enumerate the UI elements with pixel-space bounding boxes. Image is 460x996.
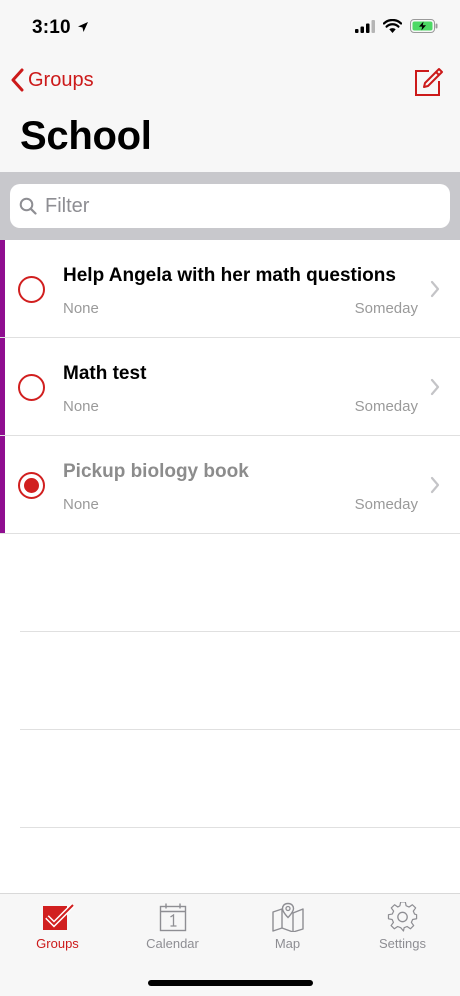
page-title: School (20, 114, 152, 158)
chevron-left-icon (11, 68, 24, 92)
calendar-icon (159, 903, 186, 932)
group-color-stripe (0, 338, 5, 435)
task-row[interactable]: Math test None Someday (0, 338, 460, 436)
task-row[interactable]: Pickup biology book None Someday (0, 436, 460, 534)
chevron-right-icon (430, 378, 440, 396)
tab-map[interactable]: Map (230, 902, 345, 951)
back-button-label: Groups (28, 68, 94, 91)
tab-settings[interactable]: Settings (345, 902, 460, 951)
group-color-stripe (0, 436, 5, 533)
home-indicator[interactable] (148, 980, 313, 986)
tab-label: Groups (36, 936, 79, 951)
map-icon (271, 902, 304, 932)
empty-row (20, 632, 460, 730)
group-color-stripe (0, 240, 5, 337)
status-indicators (355, 19, 438, 33)
task-due-date: Someday (354, 496, 418, 513)
compose-icon[interactable] (412, 66, 444, 98)
task-due-date: Someday (354, 398, 418, 415)
back-button[interactable]: Groups (10, 68, 94, 92)
task-title: Help Angela with her math questions (63, 265, 396, 286)
empty-row (20, 534, 460, 632)
task-due-date: Someday (354, 300, 418, 317)
filter-bar (0, 172, 460, 240)
filter-field[interactable] (10, 184, 450, 228)
cellular-signal-icon (355, 19, 375, 33)
chevron-right-icon (430, 280, 440, 298)
tab-calendar[interactable]: Calendar (115, 902, 230, 951)
tab-groups[interactable]: Groups (0, 902, 115, 951)
location-arrow-icon (78, 22, 88, 32)
task-subtitle: None (63, 398, 99, 415)
groups-icon (42, 903, 75, 930)
tab-label: Map (274, 936, 301, 951)
navigation-bar: Groups School (0, 56, 460, 172)
task-subtitle: None (63, 300, 99, 317)
chevron-right-icon (430, 476, 440, 494)
search-icon (19, 197, 37, 215)
task-checkbox[interactable] (18, 276, 45, 303)
task-row[interactable]: Help Angela with her math questions None… (0, 240, 460, 338)
empty-row (20, 730, 460, 828)
task-title: Pickup biology book (63, 461, 249, 482)
task-title: Math test (63, 363, 147, 384)
wifi-icon (383, 19, 402, 33)
status-bar: 3:10 (0, 0, 460, 56)
tab-label: Calendar (146, 936, 199, 951)
battery-charging-icon (410, 19, 438, 33)
settings-icon (387, 902, 417, 932)
task-list: Help Angela with her math questions None… (0, 240, 460, 828)
task-checkbox[interactable] (18, 472, 45, 499)
task-checkbox[interactable] (18, 374, 45, 401)
task-subtitle: None (63, 496, 99, 513)
tab-label: Settings (379, 936, 426, 951)
status-time: 3:10 (32, 17, 71, 38)
filter-input[interactable] (45, 194, 425, 218)
